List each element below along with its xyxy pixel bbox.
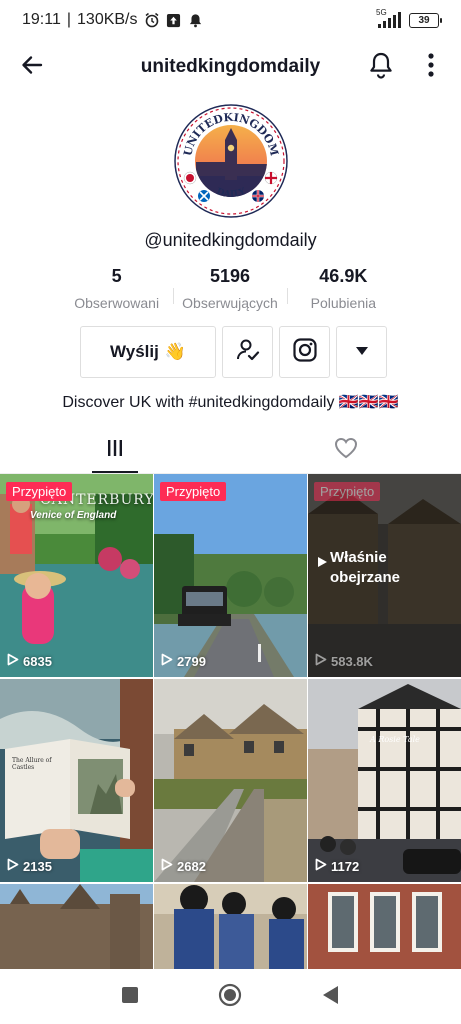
message-button-label: Wyślij [110, 342, 159, 361]
signal-icon: 5G [376, 8, 401, 28]
instagram-icon [292, 337, 318, 368]
suggested-accounts-button[interactable] [336, 326, 387, 378]
just-watched-label: Właśnie obejrzane [318, 548, 410, 588]
status-time: 19:11 [22, 11, 61, 28]
tab-liked[interactable] [231, 428, 461, 473]
followers-stat[interactable]: 5196 Obserwujących [173, 266, 286, 316]
likes-count: 46.9K [319, 266, 368, 286]
video-tile[interactable]: 2682 [154, 679, 307, 882]
recent-apps-button[interactable] [115, 982, 145, 1012]
following-status-button[interactable] [222, 326, 273, 378]
battery-icon: 39 [409, 12, 442, 28]
profile-handle: @unitedkingdomdaily [144, 230, 317, 250]
play-icon [7, 653, 19, 669]
followers-count: 5196 [209, 266, 251, 286]
status-separator: | [66, 11, 72, 28]
network-type: 5G [376, 8, 387, 17]
status-speed: 130KB/s [77, 11, 138, 28]
video-tile[interactable] [0, 884, 153, 969]
followers-label: Obserwujących [182, 295, 278, 311]
upload-icon [166, 12, 182, 28]
video-caption-subtitle: Venice of England [30, 510, 117, 521]
likes-label: Polubienia [310, 295, 377, 311]
video-thumbnail [154, 474, 307, 677]
avatar[interactable]: UNITEDKINGDOM DAILY [174, 104, 288, 218]
circle-icon [218, 983, 242, 1012]
sign-text: A Rosie Tale [370, 735, 420, 744]
system-navigation-bar [0, 970, 461, 1024]
avatar-logo-image: UNITEDKINGDOM DAILY [174, 104, 288, 218]
home-button[interactable] [215, 982, 245, 1012]
alarm-icon [144, 12, 160, 28]
profile-bio: Discover UK with #unitedkingdomdaily 🇬🇧🇬… [62, 394, 399, 411]
grid-icon [105, 438, 125, 463]
play-icon [161, 653, 173, 669]
message-button[interactable]: Wyślij 👋 [80, 326, 216, 378]
square-icon [121, 986, 139, 1009]
view-count-value: 2135 [23, 858, 52, 874]
video-tile[interactable]: Przypięto 2799 [154, 474, 307, 677]
status-bar: 19:11 | 130KB/s 5G 39 [0, 0, 461, 40]
view-count-value: 1172 [331, 858, 360, 874]
view-count: 2135 [7, 858, 52, 874]
bell-icon [368, 51, 394, 84]
likes-stat[interactable]: 46.9K Polubienia [286, 266, 400, 316]
video-thumbnail [308, 679, 461, 882]
view-count: 583.8K [315, 653, 373, 669]
view-count-value: 6835 [23, 653, 52, 669]
back-nav-button[interactable] [316, 982, 346, 1012]
play-icon [161, 858, 173, 874]
pinned-badge: Przypięto [6, 482, 73, 501]
view-count-value: 2682 [177, 858, 206, 874]
profile-header: unitedkingdomdaily [0, 44, 461, 90]
more-vertical-icon [427, 52, 435, 83]
video-grid: CANTERBURY Venice of England Przypięto 6… [0, 474, 461, 969]
video-tile[interactable] [308, 884, 461, 969]
view-count: 2682 [161, 858, 206, 874]
tab-videos[interactable] [0, 428, 231, 473]
video-tile[interactable]: Przypięto Właśnie obejrzane 583.8K [308, 474, 461, 677]
video-thumbnail [154, 884, 307, 969]
video-thumbnail [0, 679, 153, 882]
video-tile[interactable]: A Rosie Tale 1172 [308, 679, 461, 882]
play-icon [315, 653, 327, 669]
video-thumbnail [0, 884, 153, 969]
view-count-value: 583.8K [331, 653, 373, 669]
profile-tabs [0, 428, 461, 474]
following-stat[interactable]: 5 Obserwowani [60, 266, 173, 316]
play-icon [315, 858, 327, 874]
video-tile[interactable] [154, 884, 307, 969]
user-check-icon [235, 337, 261, 368]
heart-outline-icon [334, 437, 358, 464]
view-count: 2799 [161, 653, 206, 669]
profile-actions: Wyślij 👋 [80, 326, 387, 378]
view-count: 1172 [315, 858, 359, 874]
following-label: Obserwowani [74, 295, 160, 311]
video-tile[interactable]: The Allure of Castles 2135 [0, 679, 153, 882]
play-triangle-icon [318, 553, 327, 573]
video-tile[interactable]: CANTERBURY Venice of England Przypięto 6… [0, 474, 153, 677]
wave-emoji: 👋 [164, 342, 186, 361]
view-count-value: 2799 [177, 653, 206, 669]
just-watched-text: Właśnie obejrzane [330, 549, 401, 586]
battery-level: 39 [418, 14, 430, 26]
video-thumbnail [154, 679, 307, 882]
pinned-badge: Przypięto [314, 482, 381, 501]
play-icon [7, 858, 19, 874]
instagram-button[interactable] [279, 326, 330, 378]
profile-stats: 5 Obserwowani 5196 Obserwujących 46.9K P… [60, 266, 400, 316]
triangle-back-icon [322, 985, 340, 1010]
more-options-button[interactable] [419, 52, 443, 82]
book-title: The Allure of Castles [12, 757, 52, 771]
notifications-button[interactable] [365, 52, 397, 82]
notification-bell-icon [188, 12, 204, 28]
video-thumbnail [308, 884, 461, 969]
pinned-badge: Przypięto [160, 482, 227, 501]
dropdown-triangle-icon [355, 343, 369, 361]
view-count: 6835 [7, 653, 52, 669]
following-count: 5 [111, 266, 122, 286]
